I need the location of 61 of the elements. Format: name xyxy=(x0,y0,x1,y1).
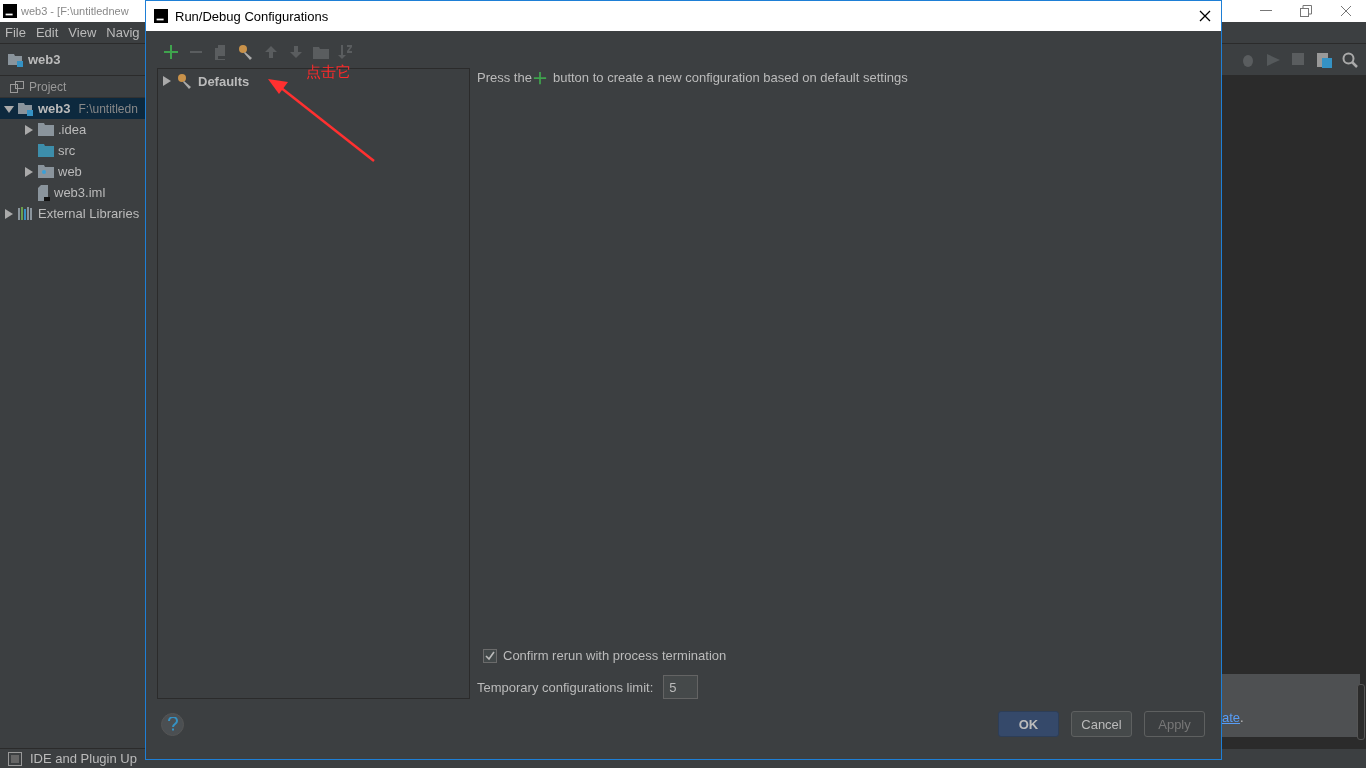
item-label: External Libraries xyxy=(38,206,140,221)
item-label: Defaults xyxy=(198,73,250,89)
minimize-icon[interactable] xyxy=(1260,10,1272,12)
menu-item[interactable]: File xyxy=(5,25,26,40)
tree-item[interactable]: web xyxy=(0,161,299,182)
project-tab[interactable]: Project xyxy=(29,79,67,94)
menu-item[interactable]: View xyxy=(68,25,97,40)
dialog-button[interactable]: Cancel xyxy=(1071,711,1132,737)
libraries-icon xyxy=(18,207,34,220)
restore-icon[interactable] xyxy=(1300,5,1312,17)
file-icon xyxy=(38,184,50,201)
wrench-icon[interactable] xyxy=(238,44,254,60)
panel-toggle-icon[interactable] xyxy=(8,751,22,766)
limit-label: Temporary configurations limit: xyxy=(477,679,654,695)
help-button[interactable] xyxy=(161,712,184,736)
item-label: web3.iml xyxy=(54,185,106,200)
module-folder-icon xyxy=(18,101,34,116)
module-folder-icon xyxy=(8,52,24,67)
status-message: IDE and Plugin Up xyxy=(30,751,137,766)
limit-field[interactable]: 5 xyxy=(663,675,699,699)
hint-text: Press the xyxy=(477,70,532,85)
expanded-arrow-icon[interactable] xyxy=(4,103,14,114)
collapsed-arrow-icon[interactable] xyxy=(24,166,34,177)
collapsed-arrow-icon[interactable] xyxy=(162,76,172,86)
tree-item[interactable]: External Libraries xyxy=(0,203,299,224)
wrench-icon xyxy=(177,73,193,89)
source-folder-icon xyxy=(38,144,54,157)
menu-item[interactable]: Edit xyxy=(35,25,59,40)
item-label: web3 xyxy=(38,101,71,116)
question-mark-icon xyxy=(167,717,178,731)
breadcrumb[interactable]: web3 xyxy=(28,52,61,67)
app-logo-icon xyxy=(154,9,168,23)
add-icon[interactable] xyxy=(163,44,179,60)
project-icon xyxy=(10,80,24,93)
add-icon xyxy=(532,70,547,85)
tree-item[interactable]: .idea xyxy=(0,119,299,140)
tree-item[interactable]: web3.iml xyxy=(0,182,299,203)
tree-item[interactable]: src xyxy=(0,140,299,161)
item-path: F:\untitledn xyxy=(78,101,138,116)
web-folder-icon xyxy=(38,165,54,178)
item-label: web xyxy=(58,164,82,179)
update-link[interactable]: ate xyxy=(1222,710,1241,725)
folder-icon xyxy=(38,123,54,136)
item-label: src xyxy=(58,143,76,158)
collapsed-arrow-icon[interactable] xyxy=(24,124,34,135)
tree-item[interactable]: Defaults xyxy=(158,71,254,91)
search-icon[interactable] xyxy=(1342,51,1358,68)
collapsed-arrow-icon[interactable] xyxy=(4,208,14,219)
checkbox[interactable] xyxy=(483,648,497,663)
window-title: web3 - [F:\untitlednew xyxy=(21,5,129,17)
checkbox-label: Confirm rerun with process termination xyxy=(503,648,727,663)
dialog-button[interactable]: OK xyxy=(998,711,1059,737)
menu-item[interactable]: Navig xyxy=(106,25,140,40)
dialog-title: Run/Debug Configurations xyxy=(175,8,329,24)
hint-text: button to create a new configuration based on default settings xyxy=(552,70,908,85)
notification-text: . xyxy=(1240,710,1244,725)
item-label: .idea xyxy=(58,122,87,137)
annotation-text: 点击它 xyxy=(306,63,351,82)
app-logo-icon xyxy=(3,4,17,18)
close-icon[interactable] xyxy=(1199,10,1211,22)
structure-icon[interactable] xyxy=(1316,51,1332,68)
